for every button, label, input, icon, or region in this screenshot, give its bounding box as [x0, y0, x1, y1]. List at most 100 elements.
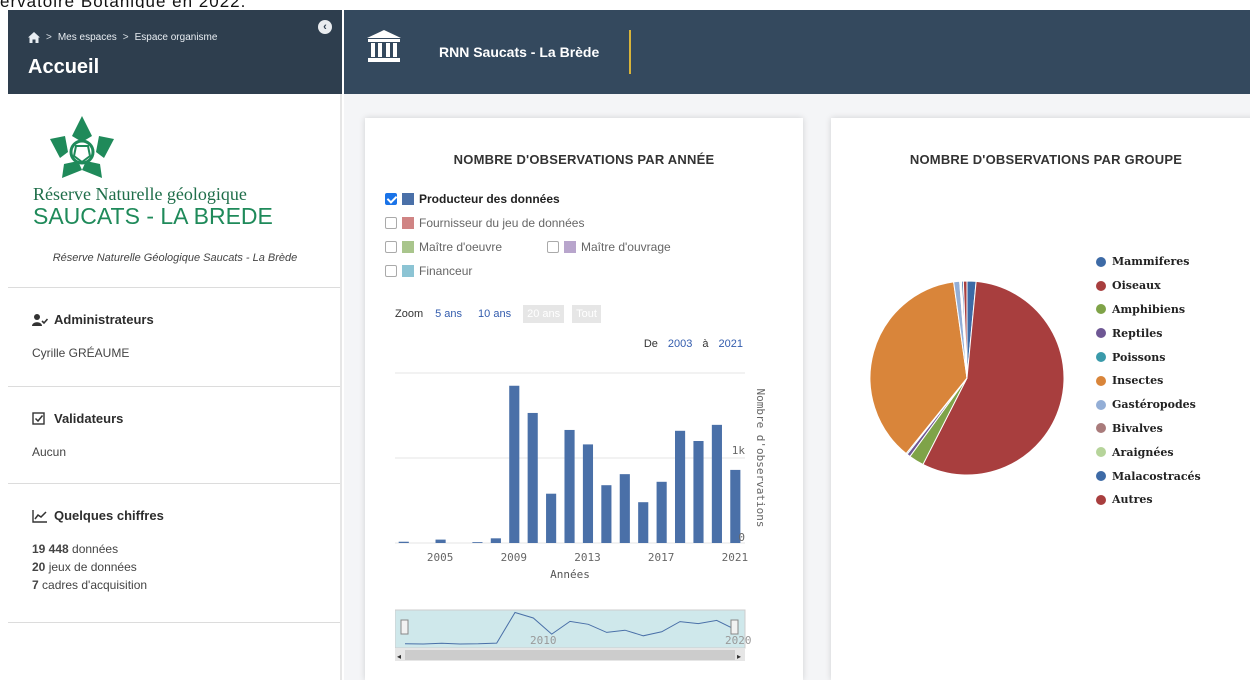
figure-number: 20 — [32, 560, 46, 574]
bar-2020[interactable] — [711, 424, 722, 543]
legend-label: Maître d'ouvrage — [581, 240, 671, 254]
scroll-left-arrow-icon[interactable]: ◂ — [397, 652, 401, 661]
legend-maitre-oeuvre[interactable]: Maître d'oeuvre — [385, 240, 502, 254]
bar-2008[interactable] — [490, 538, 501, 543]
pie-legend-item[interactable]: Bivalves — [1096, 417, 1201, 441]
x-tick-label: 2021 — [722, 551, 749, 564]
bar-chart: 2005 2009 2013 2017 2021 0 1k Années Nombre d'ob… — [395, 372, 767, 581]
bar-2017[interactable] — [656, 481, 667, 543]
navigator-selection[interactable] — [395, 609, 746, 649]
range-from-input[interactable]: 2003 — [668, 338, 692, 350]
figure-item: 20 jeux de données — [32, 558, 147, 576]
range-from-label: De — [643, 338, 658, 350]
checkbox[interactable] — [547, 241, 559, 253]
legend-dot — [1096, 280, 1106, 291]
bar-2018[interactable] — [675, 430, 686, 543]
legend-producteur[interactable]: Producteur des données — [385, 192, 560, 206]
bar-2014[interactable] — [601, 485, 612, 543]
legend-label: Gastéropodes — [1112, 398, 1196, 412]
legend-swatch — [564, 241, 576, 253]
navigator-right-handle[interactable] — [730, 619, 739, 635]
figures-list: 19 448 données 20 jeux de données 7 cadr… — [32, 540, 147, 594]
chart-navigator[interactable]: 2010 2020 ◂ ▸ — [395, 608, 755, 668]
bar-2011[interactable] — [546, 493, 557, 543]
admins-section: Administrateurs Cyrille GRÉAUME — [8, 287, 340, 387]
bar-2019[interactable] — [693, 441, 704, 543]
legend-swatch — [402, 193, 414, 205]
observations-by-year-panel: NOMBRE D'OBSERVATIONS PAR ANNÉE Producte… — [365, 118, 803, 680]
header-divider — [629, 30, 631, 74]
bar-2012[interactable] — [564, 429, 575, 543]
home-icon[interactable] — [28, 32, 40, 43]
checkbox[interactable] — [385, 217, 397, 229]
legend-label: Malacostracés — [1112, 469, 1201, 483]
legend-dot — [1096, 328, 1106, 339]
legend-label: Amphibiens — [1112, 302, 1186, 316]
pie-chart — [869, 280, 1065, 476]
pie-legend-item[interactable]: Oiseaux — [1096, 274, 1201, 298]
bar-2015[interactable] — [619, 474, 630, 543]
pie-legend-item[interactable]: Poissons — [1096, 345, 1201, 369]
collapse-sidebar-button[interactable]: ‹ — [318, 20, 332, 34]
figure-label: jeux de données — [45, 560, 137, 574]
pie-legend-item[interactable]: Araignées — [1096, 440, 1201, 464]
legend-swatch — [402, 265, 414, 277]
legend-maitre-ouvrage[interactable]: Maître d'ouvrage — [547, 240, 671, 254]
legend-dot — [1096, 494, 1106, 505]
space-header: RNN Saucats - La Brède — [344, 10, 1250, 94]
pie-legend-item[interactable]: Mammiferes — [1096, 250, 1201, 274]
institution-icon — [367, 30, 401, 62]
top-snippet-text: ervatoire Botanique en 2022. — [0, 0, 360, 8]
bar-2010[interactable] — [527, 412, 538, 543]
bar-2009[interactable] — [509, 385, 520, 543]
legend-label: Oiseaux — [1112, 279, 1161, 293]
pie-legend-item[interactable]: Insectes — [1096, 369, 1201, 393]
zoom-10-years-button[interactable]: 10 ans — [474, 305, 515, 323]
organization-name: Réserve Naturelle Géologique Saucats - L… — [52, 252, 298, 264]
zoom-all-button[interactable]: Tout — [572, 305, 601, 323]
pie-legend-item[interactable]: Reptiles — [1096, 321, 1201, 345]
legend-dot — [1096, 399, 1106, 410]
validators-title: Validateurs — [54, 411, 124, 426]
legend-dot — [1096, 256, 1106, 267]
figures-title: Quelques chiffres — [54, 508, 164, 523]
breadcrumb-mes-espaces[interactable]: Mes espaces — [58, 32, 117, 43]
legend-label: Bivalves — [1112, 421, 1163, 435]
zoom-controls: Zoom 5 ans 10 ans 20 ans Tout — [395, 305, 601, 323]
legend-label: Producteur des données — [419, 192, 560, 206]
legend-label: Insectes — [1112, 374, 1164, 388]
legend-dot — [1096, 471, 1106, 482]
y-tick-label: 1k — [732, 444, 746, 457]
bar-2016[interactable] — [638, 502, 649, 543]
breadcrumb-espace-organisme[interactable]: Espace organisme — [135, 32, 218, 43]
bar-2003[interactable] — [398, 541, 409, 543]
scroll-right-arrow-icon[interactable]: ▸ — [737, 652, 741, 661]
checkbox[interactable] — [385, 265, 397, 277]
figure-label: cadres d'acquisition — [38, 578, 148, 592]
checkbox[interactable] — [385, 193, 397, 205]
pie-legend-item[interactable]: Amphibiens — [1096, 298, 1201, 322]
bar-2005[interactable] — [435, 539, 446, 543]
legend-financeur[interactable]: Financeur — [385, 264, 472, 278]
zoom-5-years-button[interactable]: 5 ans — [431, 305, 466, 323]
figure-number: 19 448 — [32, 542, 69, 556]
x-tick-label: 2013 — [574, 551, 601, 564]
user-check-icon — [32, 313, 48, 326]
legend-fournisseur[interactable]: Fournisseur du jeu de données — [385, 216, 584, 230]
pie-legend-item[interactable]: Malacostracés — [1096, 464, 1201, 488]
zoom-20-years-button[interactable]: 20 ans — [523, 305, 565, 323]
breadcrumb-separator: > — [122, 32, 129, 43]
check-square-icon — [32, 411, 45, 425]
legend-label: Reptiles — [1112, 326, 1163, 340]
logo-line2: SAUCATS - LA BREDE — [33, 203, 273, 229]
breadcrumb: > Mes espaces > Espace organisme — [28, 32, 217, 43]
checkbox[interactable] — [385, 241, 397, 253]
bar-2007[interactable] — [472, 542, 483, 543]
figure-number: 7 — [32, 578, 39, 592]
pie-legend-item[interactable]: Autres — [1096, 488, 1201, 512]
navigator-left-handle[interactable] — [400, 619, 409, 635]
scrollbar-thumb[interactable] — [405, 650, 735, 660]
pie-legend-item[interactable]: Gastéropodes — [1096, 393, 1201, 417]
range-to-input[interactable]: 2021 — [719, 338, 743, 350]
bar-2013[interactable] — [582, 444, 594, 543]
